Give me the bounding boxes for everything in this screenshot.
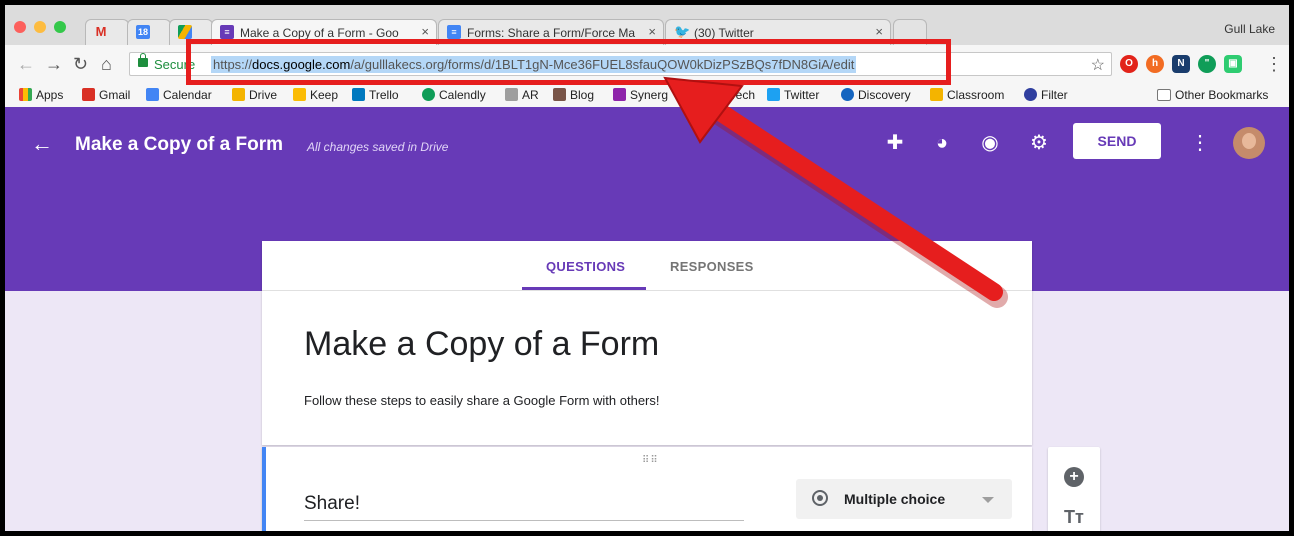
annotation-arrow [663,76,1008,308]
